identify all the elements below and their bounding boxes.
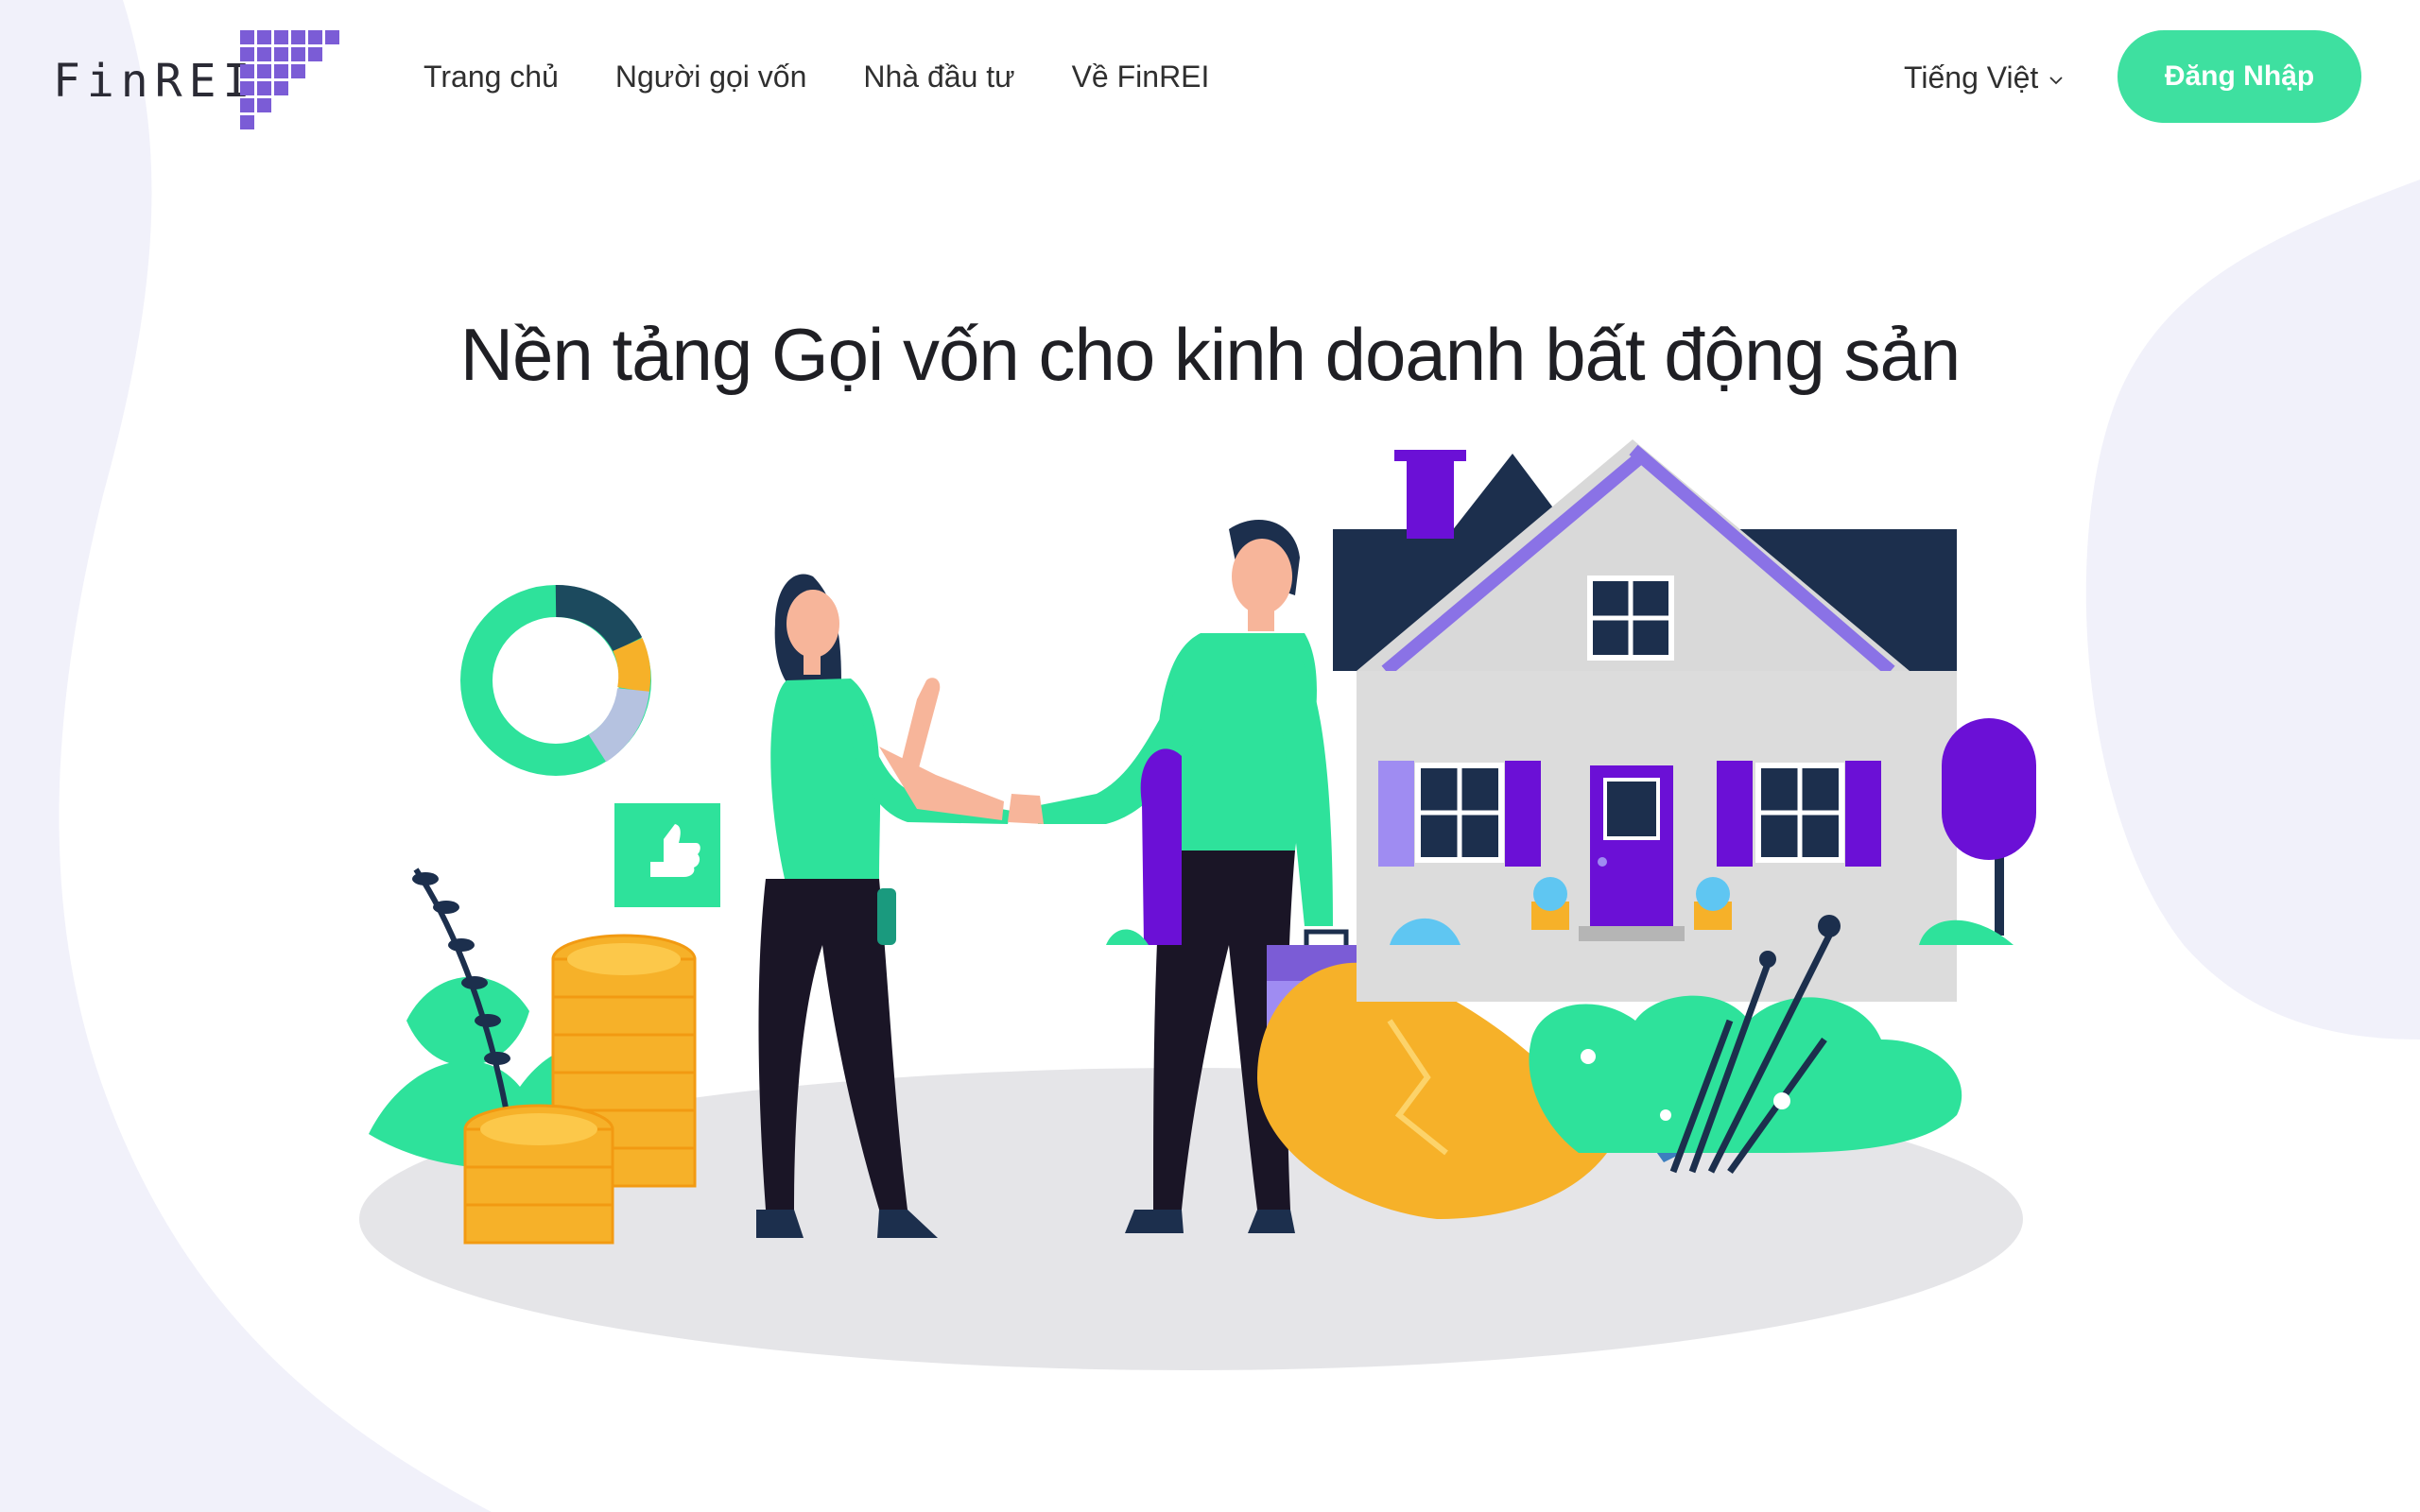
logo-wordmark: FinREI xyxy=(53,55,257,108)
nav-item-about[interactable]: Về FinREI xyxy=(1072,57,1210,96)
nav-item-investors[interactable]: Nhà đầu tư xyxy=(863,57,1014,96)
site-header: FinREI Trang chủ Người gọi vốn Nhà đầu t… xyxy=(0,0,2420,151)
nav-item-home[interactable]: Trang chủ xyxy=(424,57,559,96)
thumbs-up-icon xyxy=(614,803,720,907)
login-button[interactable]: Đăng Nhập xyxy=(2118,30,2361,123)
hero-illustration xyxy=(359,439,2036,1370)
hero-title: Nền tảng Gọi vốn cho kinh doanh bất động… xyxy=(459,313,1962,396)
donut-chart-icon xyxy=(460,585,651,776)
finrei-logo[interactable]: FinREI xyxy=(53,28,346,134)
language-selector[interactable]: Tiếng Việt xyxy=(1904,60,2065,95)
language-label: Tiếng Việt xyxy=(1904,60,2039,94)
logo-mark-icon xyxy=(240,30,339,129)
main-nav: Trang chủ Người gọi vốn Nhà đầu tư Về Fi… xyxy=(424,57,1209,96)
chevron-down-icon xyxy=(2049,76,2063,84)
nav-item-fundraisers[interactable]: Người gọi vốn xyxy=(615,57,807,96)
